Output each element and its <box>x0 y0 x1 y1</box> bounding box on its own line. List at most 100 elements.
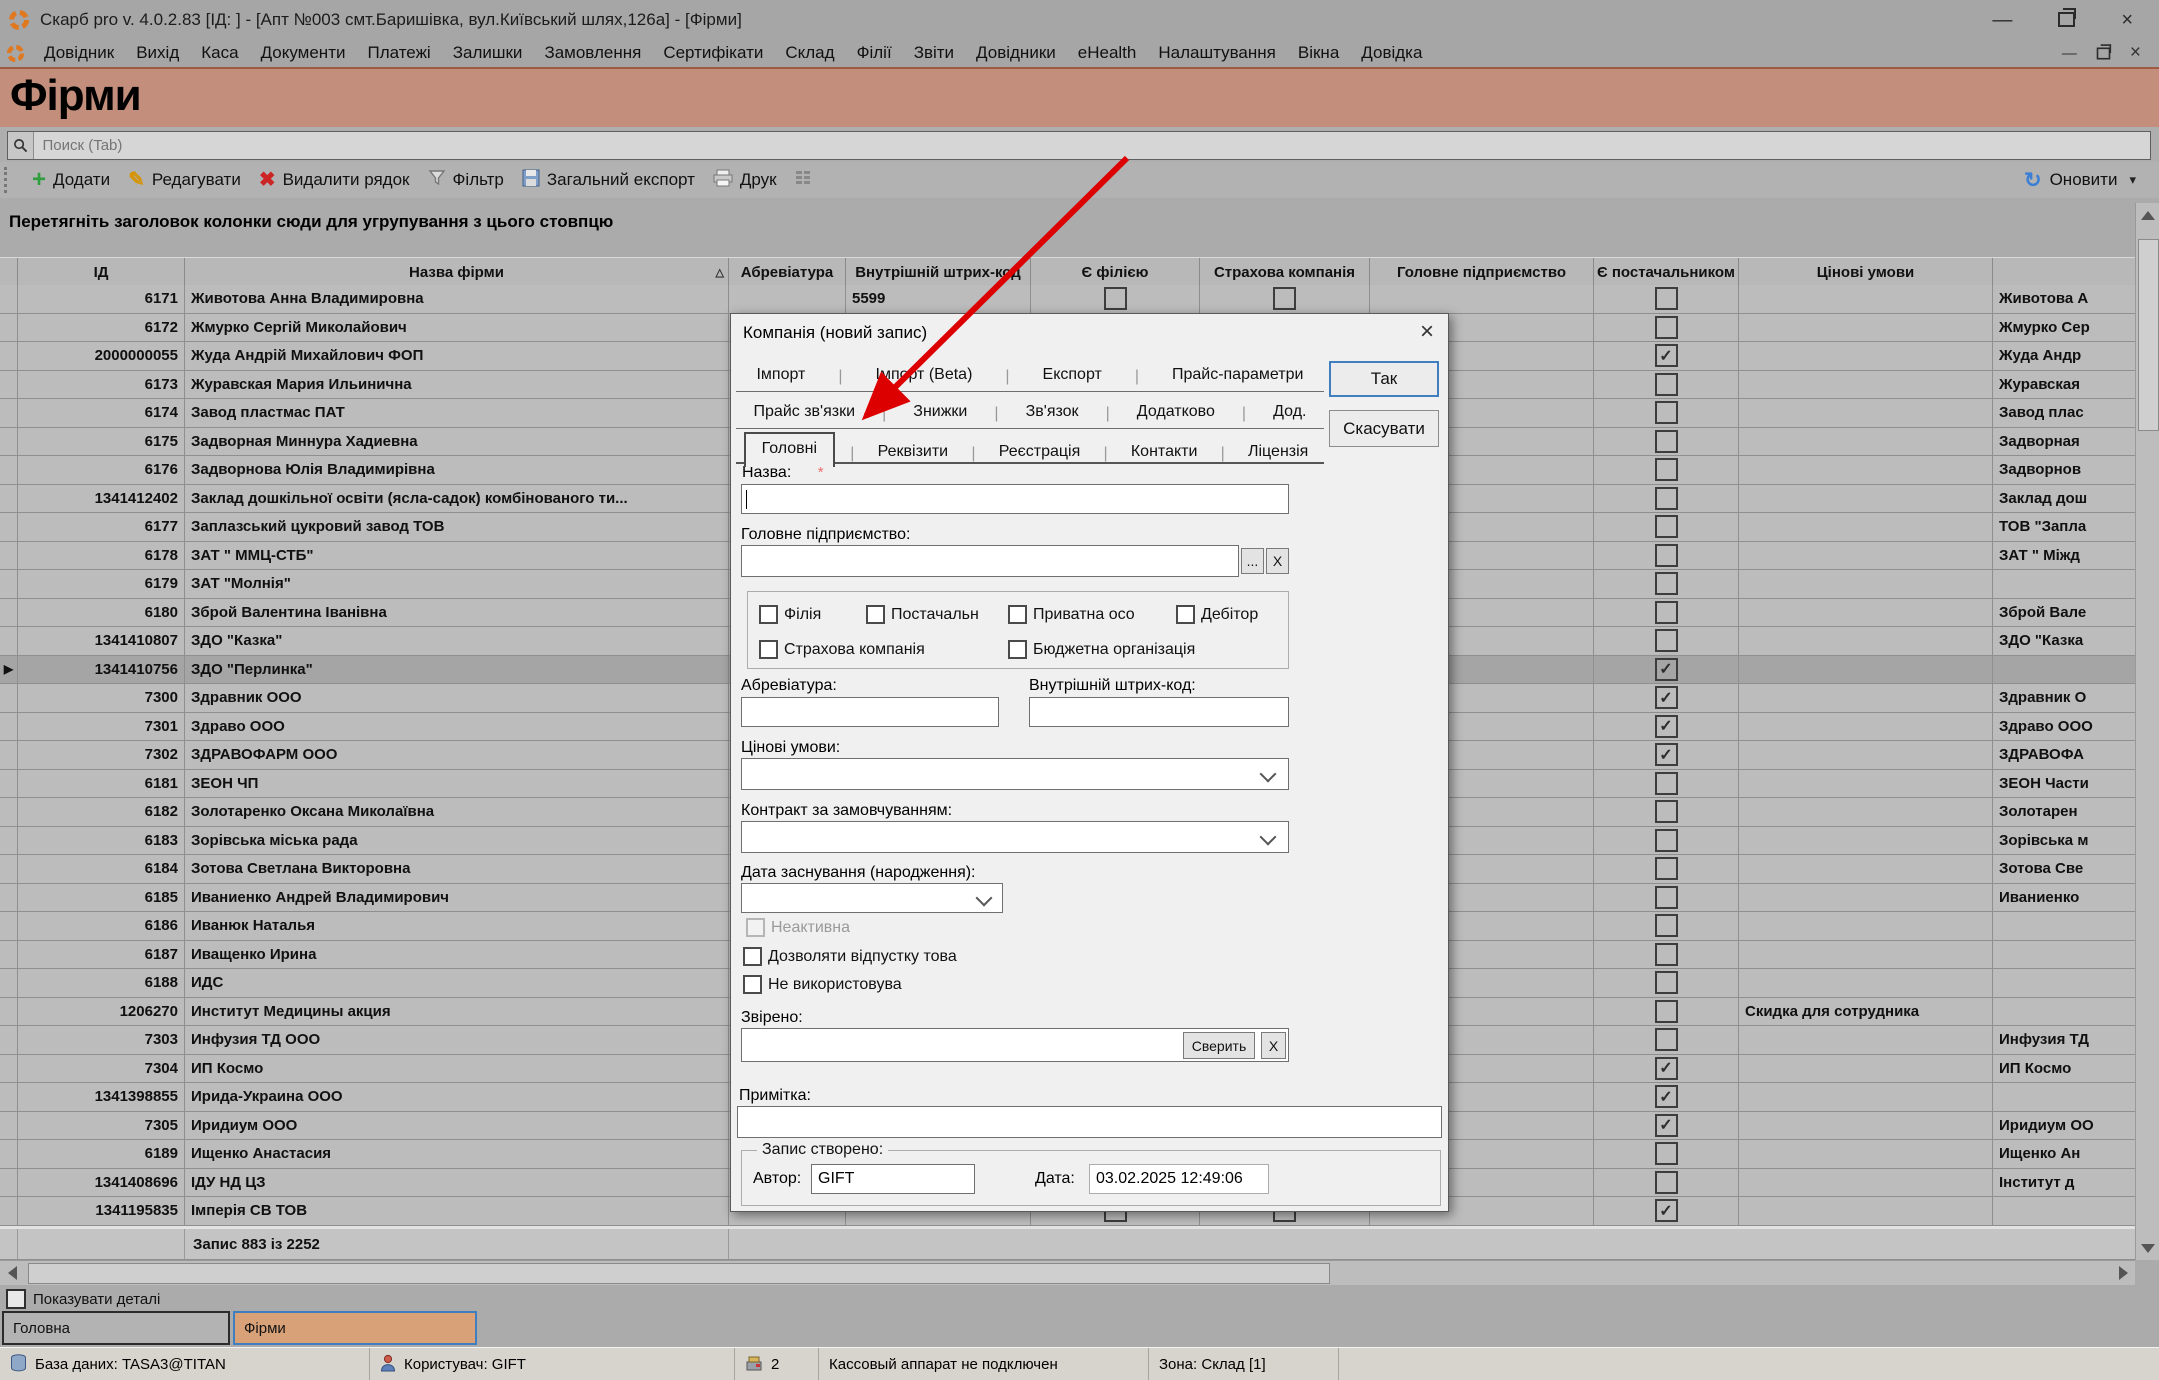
supplier-checkbox[interactable] <box>1655 1028 1678 1051</box>
column-header-9[interactable]: Цінові умови <box>1739 258 1993 286</box>
supplier-checkbox[interactable]: ✓ <box>1655 1199 1678 1222</box>
menu-item-3[interactable]: Документи <box>250 41 357 65</box>
refresh-button[interactable]: ↻ Оновити ▾ <box>2015 167 2145 194</box>
author-input[interactable] <box>811 1164 975 1194</box>
supplier-checkbox[interactable]: ✓ <box>1655 1114 1678 1137</box>
toolbar-grip[interactable] <box>4 167 15 193</box>
allow-dispense-checkbox[interactable] <box>743 947 762 966</box>
flag-0[interactable]: Філія <box>759 605 821 624</box>
scroll-up-icon[interactable] <box>2136 203 2159 227</box>
supplier-checkbox[interactable] <box>1655 800 1678 823</box>
supplier-checkbox[interactable] <box>1655 515 1678 538</box>
toolbar-button-print[interactable]: Друк <box>704 166 786 195</box>
flag-5[interactable]: Бюджетна організація <box>1008 640 1195 659</box>
name-input[interactable] <box>741 484 1289 514</box>
supplier-checkbox[interactable] <box>1655 886 1678 909</box>
dialog-tab-Знижки[interactable]: Знижки <box>905 401 975 423</box>
supplier-checkbox[interactable]: ✓ <box>1655 344 1678 367</box>
flag-1[interactable]: Постачальн <box>866 605 979 624</box>
menu-item-5[interactable]: Залишки <box>442 41 534 65</box>
flag-checkbox[interactable] <box>759 640 778 659</box>
contract-select[interactable] <box>741 821 1289 853</box>
supplier-checkbox[interactable] <box>1655 544 1678 567</box>
menu-item-1[interactable]: Вихід <box>125 41 190 65</box>
column-header-6[interactable]: Страхова компанія <box>1200 258 1370 286</box>
supplier-checkbox[interactable]: ✓ <box>1655 715 1678 738</box>
dialog-tab-Зв'язок[interactable]: Зв'язок <box>1018 401 1087 423</box>
supplier-checkbox[interactable] <box>1655 829 1678 852</box>
supplier-checkbox[interactable] <box>1655 857 1678 880</box>
scroll-down-icon[interactable] <box>2136 1236 2159 1260</box>
price-terms-select[interactable] <box>741 758 1289 790</box>
supplier-checkbox[interactable] <box>1655 1000 1678 1023</box>
barcode-input[interactable] <box>1029 697 1289 727</box>
menu-item-13[interactable]: Налаштування <box>1147 41 1287 65</box>
supplier-checkbox[interactable]: ✓ <box>1655 743 1678 766</box>
vertical-scroll-thumb[interactable] <box>2138 239 2159 431</box>
mdi-restore-icon[interactable] <box>2097 47 2111 59</box>
verify-button[interactable]: Сверить <box>1183 1032 1255 1059</box>
flag-3[interactable]: Дебітор <box>1176 605 1258 624</box>
dialog-tab-Реєстрація[interactable]: Реєстрація <box>991 441 1089 463</box>
toolbar-button-edit[interactable]: ✎Редагувати <box>119 167 250 193</box>
dialog-tab-Прайс зв'язки[interactable]: Прайс зв'язки <box>746 401 864 423</box>
column-header-0[interactable] <box>0 258 18 286</box>
not-use-row[interactable]: Не використовува <box>743 975 902 994</box>
menu-item-15[interactable]: Довідка <box>1350 41 1433 65</box>
parent-company-input[interactable] <box>741 545 1239 577</box>
supplier-checkbox[interactable] <box>1655 772 1678 795</box>
menu-item-10[interactable]: Звіти <box>903 41 965 65</box>
scroll-right-icon[interactable] <box>2111 1261 2135 1285</box>
vertical-scrollbar[interactable] <box>2135 203 2159 1260</box>
founded-date-select[interactable] <box>741 883 1003 913</box>
supplier-checkbox[interactable]: ✓ <box>1655 686 1678 709</box>
menu-item-2[interactable]: Каса <box>190 41 249 65</box>
insurance-checkbox[interactable] <box>1273 287 1296 310</box>
dialog-tab-Експорт[interactable]: Експорт <box>1035 364 1110 386</box>
supplier-checkbox[interactable]: ✓ <box>1655 658 1678 681</box>
menu-item-14[interactable]: Вікна <box>1287 41 1350 65</box>
allow-dispense-row[interactable]: Дозволяти відпустку това <box>743 947 957 966</box>
supplier-checkbox[interactable] <box>1655 914 1678 937</box>
dialog-tab-Ліцензія[interactable]: Ліцензія <box>1240 441 1316 463</box>
flag-checkbox[interactable] <box>1176 605 1195 624</box>
window-tab-Головна[interactable]: Головна <box>2 1311 230 1345</box>
toolbar-button-add[interactable]: +Додати <box>23 165 119 195</box>
mdi-close-icon[interactable]: × <box>2130 42 2141 64</box>
refresh-dropdown-icon[interactable]: ▾ <box>2129 172 2136 188</box>
dialog-tab-Реквізити[interactable]: Реквізити <box>870 441 956 463</box>
menu-item-8[interactable]: Склад <box>774 41 845 65</box>
supplier-checkbox[interactable] <box>1655 1171 1678 1194</box>
flag-checkbox[interactable] <box>1008 605 1027 624</box>
column-header-1[interactable]: ІД <box>18 258 185 286</box>
supplier-checkbox[interactable] <box>1655 430 1678 453</box>
close-icon[interactable]: × <box>2121 10 2133 30</box>
restore-icon[interactable] <box>2058 12 2075 27</box>
toolbar-button-delete[interactable]: ✖Видалити рядок <box>250 167 419 193</box>
note-input[interactable] <box>737 1106 1442 1138</box>
supplier-checkbox[interactable]: ✓ <box>1655 1085 1678 1108</box>
toolbar-button-export[interactable]: Загальний експорт <box>513 166 704 195</box>
menu-item-4[interactable]: Платежі <box>356 41 441 65</box>
mdi-minimize-icon[interactable]: — <box>2062 45 2077 62</box>
column-header-10[interactable] <box>1993 258 2135 286</box>
supplier-checkbox[interactable] <box>1655 401 1678 424</box>
branch-checkbox[interactable] <box>1104 287 1127 310</box>
menu-item-11[interactable]: Довідники <box>965 41 1067 65</box>
dialog-tab-Дод.[interactable]: Дод. <box>1265 401 1314 423</box>
supplier-checkbox[interactable] <box>1655 1142 1678 1165</box>
supplier-checkbox[interactable] <box>1655 373 1678 396</box>
supplier-checkbox[interactable] <box>1655 971 1678 994</box>
flag-checkbox[interactable] <box>866 605 885 624</box>
column-header-4[interactable]: Внутрішній штрих-код <box>846 258 1031 286</box>
toolbar-button-columns[interactable] <box>786 166 820 195</box>
supplier-checkbox[interactable] <box>1655 943 1678 966</box>
supplier-checkbox[interactable] <box>1655 458 1678 481</box>
verify-clear-button[interactable]: X <box>1261 1032 1286 1059</box>
horizontal-scrollbar[interactable] <box>0 1260 2135 1285</box>
menu-item-9[interactable]: Філії <box>846 41 903 65</box>
ok-button[interactable]: Так <box>1329 361 1439 397</box>
flag-checkbox[interactable] <box>1008 640 1027 659</box>
supplier-checkbox[interactable] <box>1655 287 1678 310</box>
dialog-tab-Додатково[interactable]: Додатково <box>1129 401 1223 423</box>
